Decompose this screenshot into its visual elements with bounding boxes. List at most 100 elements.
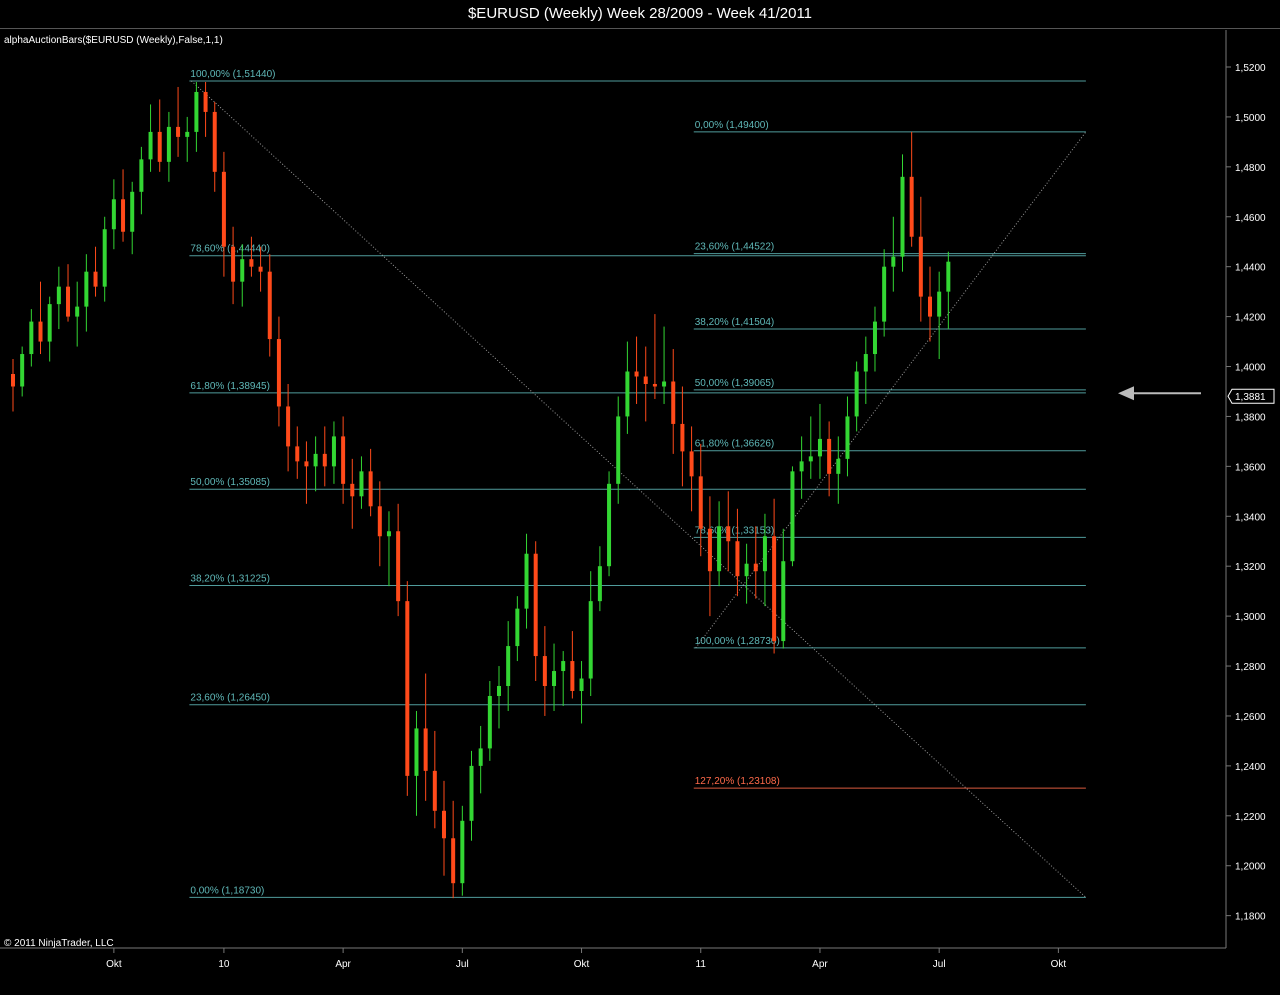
candle-body <box>176 126 181 137</box>
candle <box>359 456 364 509</box>
candle <box>872 306 877 372</box>
y-tick-label: 1,2400 <box>1235 762 1266 773</box>
candle <box>836 436 841 504</box>
candle-body <box>698 476 703 529</box>
candle <box>66 264 71 322</box>
x-tick-label: Okt <box>106 959 122 970</box>
candle <box>386 511 391 587</box>
candle-body <box>561 661 566 672</box>
candle-body <box>643 376 648 384</box>
candle <box>597 546 602 612</box>
candle <box>891 216 896 292</box>
candle <box>286 383 291 472</box>
candle-body <box>662 381 667 387</box>
candle <box>735 508 740 597</box>
candle <box>295 426 300 479</box>
candle <box>607 471 612 577</box>
candle-body <box>267 271 272 340</box>
candle-body <box>845 416 850 459</box>
fib2-level-label: 100,00% (1,28730) <box>695 636 780 647</box>
y-tick-label: 1,4600 <box>1235 213 1266 224</box>
fib1-level-label: 38,20% (1,31225) <box>190 574 270 585</box>
candle-body <box>203 91 208 112</box>
candle-body <box>634 371 639 377</box>
candle-body <box>66 286 71 317</box>
candle-body <box>744 563 749 577</box>
candle <box>102 216 107 302</box>
y-tick-label: 1,2800 <box>1235 662 1266 673</box>
candle-body <box>29 321 34 355</box>
candle-body <box>295 446 300 462</box>
y-tick-label: 1,3000 <box>1235 612 1266 623</box>
candle <box>212 101 217 192</box>
indicator-label: alphaAuctionBars($EURUSD (Weekly),False,… <box>4 35 223 46</box>
candle-body <box>139 159 144 192</box>
candle-body <box>414 728 419 776</box>
candle-body <box>872 321 877 355</box>
candle <box>221 151 226 277</box>
candle <box>139 146 144 215</box>
candle <box>304 441 309 504</box>
candle <box>707 496 712 617</box>
candle-body <box>753 563 758 572</box>
x-tick-label: Apr <box>335 959 351 970</box>
x-tick-label: 10 <box>218 959 230 970</box>
arrow-annotation-icon <box>1118 386 1134 401</box>
candle <box>166 111 171 182</box>
candle <box>634 336 639 404</box>
candle-body <box>231 246 236 282</box>
candle <box>396 503 401 617</box>
fib2-level-label: 61,80% (1,36626) <box>695 439 775 450</box>
candle <box>827 421 832 497</box>
candle-body <box>322 453 327 467</box>
fib2-level-label: 0,00% (1,49400) <box>695 120 769 131</box>
candle <box>11 359 15 412</box>
candle-body <box>451 838 456 884</box>
candle-body <box>937 291 942 317</box>
x-tick-label: Apr <box>812 959 828 970</box>
candle-body <box>652 383 657 387</box>
y-tick-label: 1,3600 <box>1235 462 1266 473</box>
candle <box>652 314 657 399</box>
candle <box>616 396 621 504</box>
candle <box>900 154 905 272</box>
candle <box>524 533 529 629</box>
candle <box>487 681 492 761</box>
candle <box>405 581 410 796</box>
candle-body <box>350 483 355 497</box>
x-tick-label: Jul <box>456 959 469 970</box>
candle <box>130 181 135 255</box>
fib2-level-label: 50,00% (1,39065) <box>695 378 775 389</box>
candle <box>909 131 914 247</box>
candle-body <box>909 176 914 237</box>
candle-body <box>689 451 694 477</box>
x-tick-label: 11 <box>696 959 707 970</box>
candle-body <box>304 461 309 467</box>
candle <box>726 491 731 572</box>
candle-body <box>47 304 52 342</box>
candle <box>331 421 336 484</box>
candle-body <box>286 406 291 447</box>
candle-body <box>386 531 391 537</box>
price-chart[interactable]: 100,00% (1,51440) 78,60% (1,44440) 61,80% … <box>0 0 1280 995</box>
candle-body <box>863 354 868 372</box>
candle-body <box>928 296 932 317</box>
candle <box>157 99 162 172</box>
candle <box>460 805 465 896</box>
fib1-level-label: 0,00% (1,18730) <box>190 885 264 896</box>
candle-body <box>772 536 777 642</box>
candle <box>744 543 749 604</box>
candles-layer <box>11 81 951 899</box>
candle <box>717 501 722 587</box>
y-tick-label: 1,4400 <box>1235 263 1266 274</box>
fib1-level-label: 100,00% (1,51440) <box>190 69 275 80</box>
candle <box>377 481 382 567</box>
y-tick-label: 1,5200 <box>1235 63 1266 74</box>
candle <box>515 596 520 662</box>
candle <box>497 666 502 729</box>
candle <box>533 541 538 682</box>
candle <box>276 316 281 427</box>
candle-body <box>497 686 502 696</box>
candle <box>414 710 419 816</box>
candle <box>231 226 236 305</box>
